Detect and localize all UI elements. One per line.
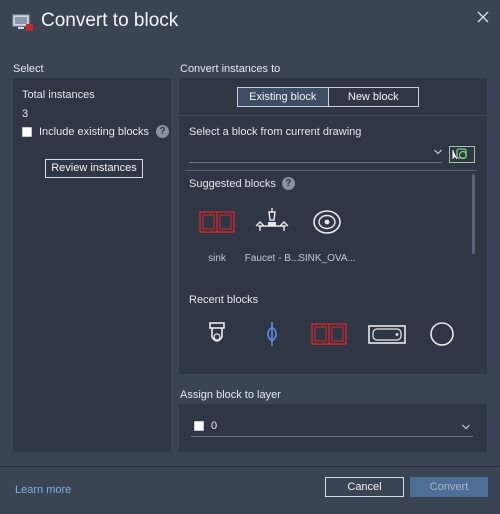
scrollbar[interactable] (472, 174, 475, 254)
suggested-block-faucet[interactable] (242, 192, 302, 252)
faucet-icon (255, 208, 289, 231)
suggested-block-label: SINK_OVA... (298, 253, 356, 264)
include-existing-row: Include existing blocks ? (22, 125, 170, 138)
total-instances-count: 3 (22, 108, 29, 120)
double-sink-icon (199, 211, 235, 233)
layer-value: 0 (211, 420, 218, 432)
convert-panel: Existing block New block Select a block … (179, 78, 487, 374)
oval-sink-icon (313, 210, 341, 234)
round-drain-icon (430, 322, 454, 346)
select-section-label: Select (13, 63, 44, 75)
pick-block-icon (452, 148, 468, 160)
recent-block-toilet[interactable] (187, 304, 247, 364)
suggested-blocks-header: Suggested blocks ? (189, 177, 295, 190)
tab-existing-block[interactable]: Existing block (238, 88, 329, 106)
layer-panel: 0 (179, 404, 487, 452)
layer-dropdown[interactable]: 0 (194, 420, 217, 432)
chevron-down-icon (434, 149, 442, 155)
include-existing-checkbox[interactable] (22, 126, 32, 137)
suggested-block-oval-sink[interactable] (297, 192, 357, 252)
cancel-button[interactable]: Cancel (325, 477, 404, 497)
shower-valve-icon (267, 322, 277, 346)
divider (185, 170, 477, 171)
suggested-block-label: Faucet - B... (244, 253, 300, 264)
assign-layer-label: Assign block to layer (180, 389, 281, 401)
double-sink-icon (311, 323, 347, 345)
recent-block-drain[interactable] (412, 304, 472, 364)
layer-dropdown-underline (191, 436, 473, 437)
bathtub-icon (368, 325, 406, 344)
divider (179, 115, 487, 116)
tab-new-block[interactable]: New block (329, 88, 419, 106)
chevron-down-icon[interactable] (462, 424, 470, 430)
block-type-toggle: Existing block New block (237, 87, 419, 107)
suggested-block-sink[interactable] (187, 192, 247, 252)
suggested-block-label: sink (208, 253, 226, 264)
dialog-footer: Learn more Cancel Convert (0, 466, 500, 514)
convert-block-icon (12, 14, 34, 32)
recent-block-valve[interactable] (242, 304, 302, 364)
pick-block-button[interactable] (449, 146, 475, 163)
convert-button[interactable]: Convert (410, 477, 488, 497)
select-panel: Total instances 3 Include existing block… (13, 78, 171, 452)
include-existing-label: Include existing blocks (39, 125, 150, 138)
layer-checkbox[interactable] (194, 421, 204, 431)
convert-section-label: Convert instances to (180, 63, 281, 75)
review-instances-button[interactable]: Review instances (45, 159, 143, 178)
recent-block-double-sink[interactable] (299, 304, 359, 364)
close-icon[interactable] (476, 10, 490, 24)
suggested-blocks-label: Suggested blocks (189, 177, 276, 190)
learn-more-link[interactable]: Learn more (15, 484, 71, 496)
total-instances-label: Total instances (22, 89, 95, 101)
recent-block-bathtub[interactable] (357, 304, 417, 364)
title-bar: Convert to block (0, 0, 500, 44)
block-dropdown[interactable] (189, 145, 442, 163)
toilet-icon (209, 322, 225, 342)
help-icon[interactable]: ? (156, 125, 170, 138)
dialog-title: Convert to block (41, 10, 179, 31)
select-block-label: Select a block from current drawing (189, 126, 362, 138)
help-icon[interactable]: ? (281, 177, 295, 190)
